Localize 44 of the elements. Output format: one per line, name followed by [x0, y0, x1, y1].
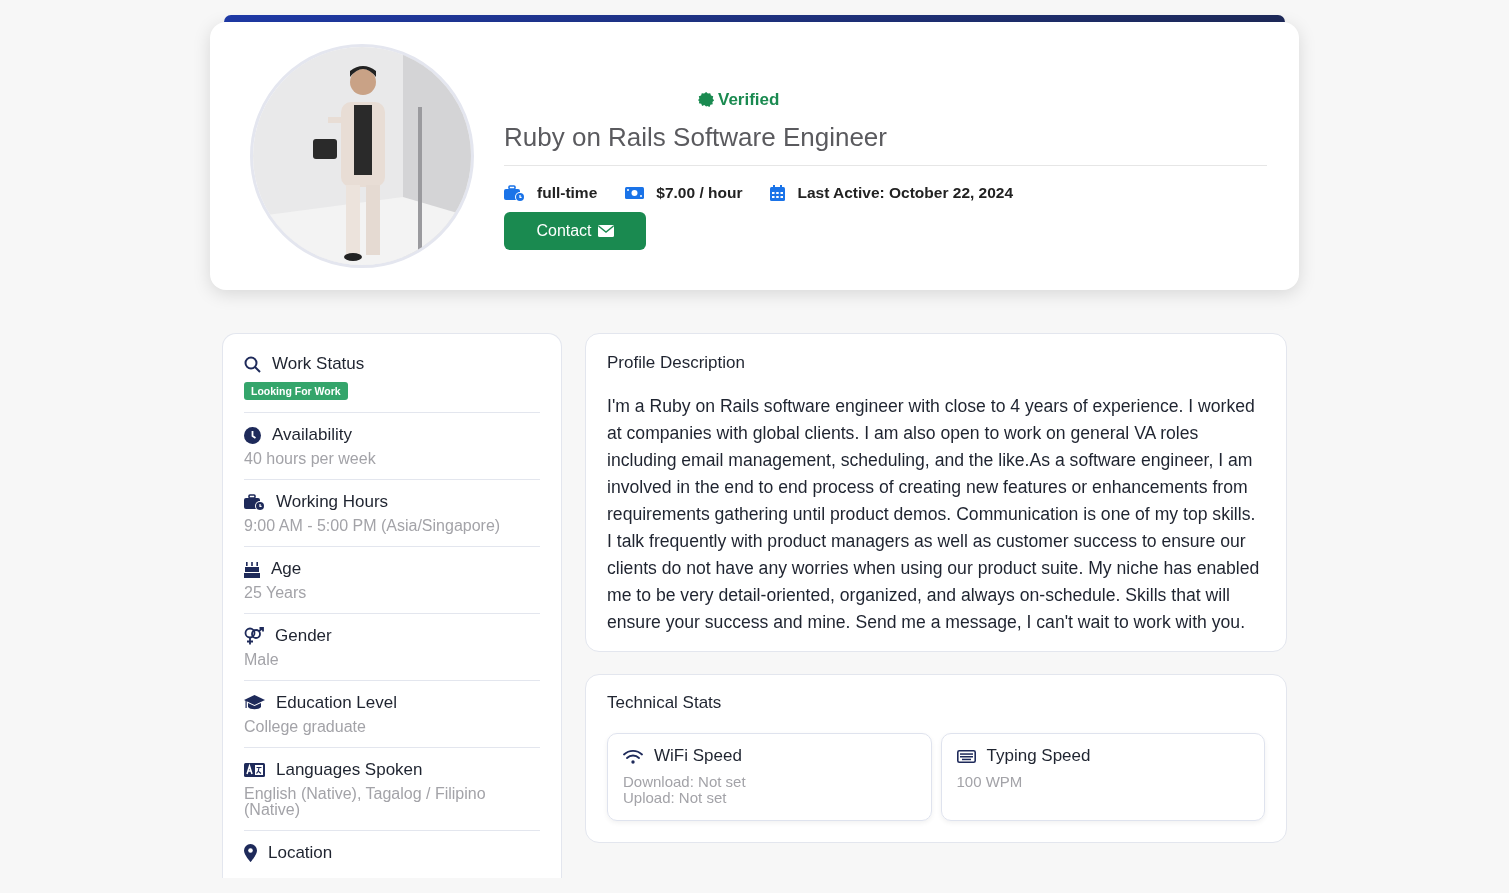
- verified-label: Verified: [698, 90, 780, 110]
- detail-value: 40 hours per week: [244, 451, 377, 467]
- money-icon: [625, 186, 645, 200]
- detail-label: Availability: [272, 425, 352, 445]
- stat-value: 100 WPM: [956, 774, 1024, 790]
- envelope-icon: [597, 225, 614, 237]
- language-icon: [244, 763, 265, 777]
- stat-value: Download: Not set: [623, 774, 747, 790]
- detail-label: Work Status: [272, 354, 365, 374]
- detail-value: College graduate: [244, 719, 367, 735]
- cake-icon: [244, 560, 260, 578]
- detail-value: English (Native), Tagalog / Filipino (Native): [244, 786, 487, 818]
- status-badge: Looking For Work: [244, 382, 348, 400]
- meta-text: Last Active: October 22, 2024: [797, 184, 1014, 202]
- gender-icon: [244, 627, 264, 645]
- detail-label: Education Level: [276, 693, 397, 713]
- section-title: Profile Description: [607, 353, 746, 373]
- section-title: Technical Stats: [607, 693, 723, 713]
- keyboard-icon: [956, 749, 976, 763]
- calendar-icon: [770, 185, 786, 201]
- stat-value: Upload: Not set: [623, 790, 728, 806]
- detail-value: 25 Years: [244, 585, 308, 601]
- detail-label: Languages Spoken: [276, 760, 423, 780]
- contact-button[interactable]: Contact: [504, 212, 646, 250]
- briefcase-clock-icon: [244, 493, 265, 511]
- stat-label: Typing Speed: [986, 746, 1091, 766]
- wifi-icon: [623, 748, 643, 764]
- detail-value: 9:00 AM - 5:00 PM (Asia/Singapore): [244, 518, 502, 534]
- description-text: I'm a Ruby on Rails software engineer with close to 4 years of experience. I worked at companies with global clients. I am also open to work on general VA roles including email management, scheduling, and the like.As a software engineer, I am involved in the end to end process of creating new features or enhancements from requirements gathering until product demos. Communication is one of my top skills. I talk frequently with product managers as well as customer success to ensure our clients do not have any worries when using our product suite. My niche has enabled me to be very detail-oriented, organized, and always on-schedule. Skills that will ensure your success and mine. Send me a message, I can't wait to work with you.: [607, 395, 1261, 634]
- detail-label: Location: [268, 843, 333, 863]
- meta-text: $7.00 / hour: [656, 184, 743, 202]
- briefcase-clock-icon: [504, 184, 525, 202]
- detail-value: Male: [244, 652, 280, 668]
- map-pin-icon: [244, 844, 257, 862]
- graduation-cap-icon: [244, 695, 265, 711]
- detail-label: Gender: [275, 626, 332, 646]
- stat-label: WiFi Speed: [654, 746, 742, 766]
- detail-label: Working Hours: [276, 492, 389, 512]
- search-icon: [244, 355, 261, 373]
- badge-check-icon: [698, 92, 714, 108]
- clock-icon: [244, 426, 261, 444]
- detail-label: Age: [271, 559, 302, 579]
- job-title: Ruby on Rails Software Engineer: [504, 122, 1267, 166]
- meta-text: full-time: [537, 184, 598, 202]
